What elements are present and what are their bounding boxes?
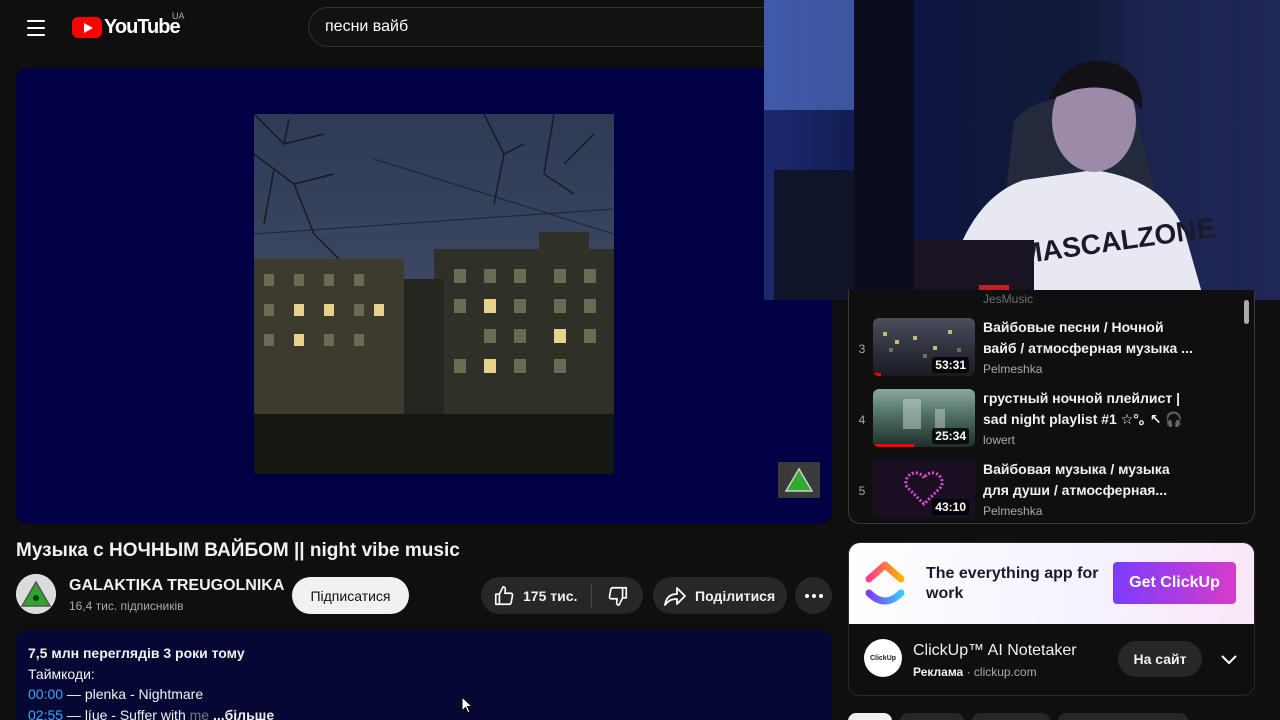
visit-site-button[interactable]: На сайт [1118,641,1202,677]
thumbs-down-icon [608,586,627,606]
show-more-link[interactable]: ...більше [209,707,274,720]
playlist-item-title: Вайбовая музыка / музыка для души / атмо… [983,461,1170,498]
truncated-text: me [189,706,210,720]
playlist-item-index: 4 [858,413,866,427]
filter-chip[interactable] [900,713,964,720]
ad-cta-button[interactable]: Get ClickUp [1113,562,1236,604]
ad-domain: clickup.com [973,665,1037,679]
playlist-item[interactable]: 4 25:34 грустный ночной плейлист | sad n… [849,389,1249,451]
video-title: Музыка с НОЧНЫМ ВАЙБОМ || night vibe mus… [16,540,460,561]
timecode-link[interactable]: 00:00 [28,686,63,702]
timecode-link[interactable]: 02:55 [28,707,63,720]
video-artwork [254,114,614,474]
playlist-item[interactable]: 3 53:31 Вайбовые песни / Ночной вайб / а… [849,318,1249,380]
playlist-item-index: 5 [858,484,866,498]
playlist-item-channel-partial: JesMusic [983,292,1034,306]
timecodes-heading: Таймкоди: [28,665,95,682]
duration-badge: 25:34 [932,428,969,444]
share-icon [664,586,686,606]
view-count-and-date: 7,5 млн переглядів 3 роки тому [28,645,245,661]
sponsored-ad-card[interactable]: The everything app for work Get ClickUp … [848,542,1255,696]
playlist-item-thumbnail[interactable]: 43:10 [873,460,975,518]
like-count: 175 тис. [523,587,578,604]
chevron-down-icon[interactable] [1217,647,1241,671]
playlist-item-thumbnail[interactable]: 25:34 [873,389,975,447]
webcam-overlay: MASCALZONE [764,0,1280,300]
playlist-item-title: грустный ночной плейлист | sad night pla… [983,390,1183,427]
search-query: песни вайб [325,18,409,35]
filter-chip[interactable] [972,713,1050,720]
channel-name[interactable]: GALAKTIKA TREUGOLNIKA [69,577,284,595]
like-button[interactable]: 175 тис. [481,577,591,614]
playlist-item-thumbnail[interactable]: 53:31 [873,318,975,376]
subscriber-count: 16,4 тис. підписників [69,599,184,613]
dislike-button[interactable] [592,577,643,614]
logo-text: YouTube [104,15,181,38]
menu-icon[interactable] [20,12,52,44]
video-player[interactable] [16,68,832,524]
playlist-item[interactable]: 5 43:10 Вайбовая музыка / музыка для душ… [849,460,1249,522]
ad-headline: The everything app for work [926,565,1099,602]
youtube-logo[interactable]: YouTube [72,14,181,40]
watch-progress-bar [873,444,914,447]
youtube-play-icon [72,16,102,38]
ad-banner[interactable]: The everything app for work Get ClickUp [849,543,1254,624]
playlist-item-index: 3 [858,342,866,356]
ad-title: ClickUp™ AI Notetaker [913,642,1077,659]
filter-chip[interactable] [1058,713,1188,720]
ad-sponsor-line: Реклама · clickup.com [913,665,1037,679]
mouse-cursor-icon [461,696,473,714]
timecode-line: 00:00 — plenka - Nightmare [28,684,820,705]
channel-watermark-icon[interactable] [778,462,820,498]
duration-badge: 53:31 [932,357,969,373]
timecode-text: — líue - Suffer with [63,706,190,720]
duration-badge: 43:10 [932,499,969,515]
timecode-text: — plenka - Nightmare [63,686,204,702]
playlist-item-channel: Pelmeshka [983,504,1043,518]
advertiser-avatar[interactable]: ClickUp [864,639,902,677]
playlist-item-channel: lowert [983,433,1016,447]
channel-avatar[interactable] [16,574,56,614]
timecode-line: 02:55 — líue - Suffer with me ...більше [28,705,820,720]
share-label: Поділитися [695,587,776,604]
share-button[interactable]: Поділитися [653,577,787,614]
playlist-item-title: Вайбовые песни / Ночной вайб / атмосферн… [983,319,1193,356]
clickup-logo-icon [865,561,905,605]
description-box[interactable]: 7,5 млн переглядів 3 роки тому Таймкоди:… [16,630,832,720]
playlist-item-channel: Pelmeshka [983,362,1043,376]
thumbs-up-icon [494,585,514,605]
watch-progress-bar [873,373,882,376]
country-code: UA [172,11,185,21]
playlist-panel: JesMusic 3 53:31 Вайбовые песни / Ночной… [848,290,1255,524]
filter-chip[interactable] [848,713,892,720]
sponsored-label: Реклама [913,665,964,679]
more-horizontal-icon [804,593,823,598]
more-actions-button[interactable] [795,577,832,614]
subscribe-button[interactable]: Підписатися [292,577,409,614]
like-dislike-group: 175 тис. [481,577,643,614]
advertiser-avatar-text: ClickUp [869,654,897,662]
search-input[interactable]: песни вайб [308,7,778,47]
